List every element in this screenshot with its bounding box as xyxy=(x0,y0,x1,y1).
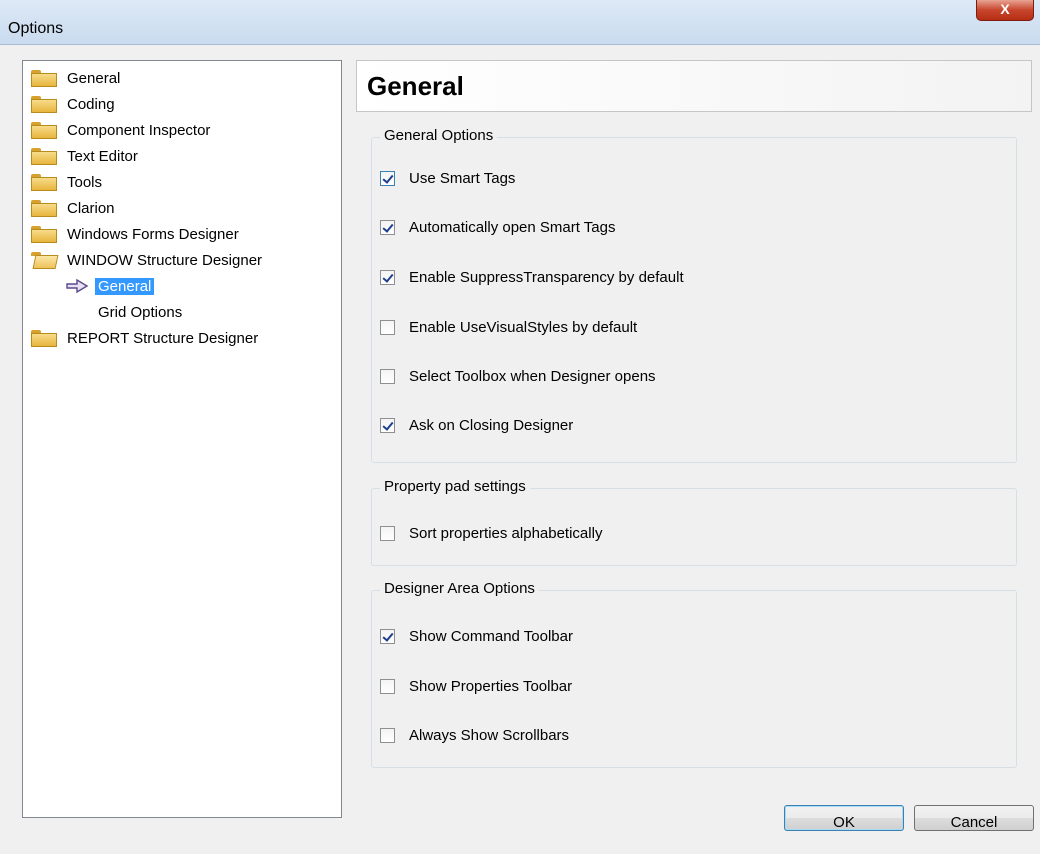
checkbox-label: Enable SuppressTransparency by default xyxy=(409,269,684,286)
checkbox-label: Show Command Toolbar xyxy=(409,628,573,645)
checkbox-box[interactable] xyxy=(380,270,395,285)
general-options-group: General Options Use Smart Tags Automatic… xyxy=(371,127,1017,463)
group-legend: Property pad settings xyxy=(380,478,530,495)
tree-item-label: REPORT Structure Designer xyxy=(67,329,259,347)
select-toolbox-checkbox[interactable]: Select Toolbox when Designer opens xyxy=(380,368,656,385)
checkbox-box[interactable] xyxy=(380,369,395,384)
folder-icon xyxy=(31,95,57,113)
tree-item-tools[interactable]: Tools xyxy=(31,169,102,195)
ok-button[interactable]: OK xyxy=(784,805,904,831)
checkbox-label: Select Toolbox when Designer opens xyxy=(409,368,656,385)
checkbox-label: Ask on Closing Designer xyxy=(409,417,574,434)
close-button[interactable]: X xyxy=(976,0,1034,21)
checkbox-label: Always Show Scrollbars xyxy=(409,727,570,744)
designer-area-group: Designer Area Options Show Command Toolb… xyxy=(371,580,1017,768)
auto-open-smart-tags-checkbox[interactable]: Automatically open Smart Tags xyxy=(380,219,616,236)
suppress-transparency-checkbox[interactable]: Enable SuppressTransparency by default xyxy=(380,269,684,286)
tree-item-component-inspector[interactable]: Component Inspector xyxy=(31,117,210,143)
folder-open-icon xyxy=(31,251,59,269)
checkbox-label: Use Smart Tags xyxy=(409,170,516,187)
tree-item-window-general[interactable]: General xyxy=(65,273,155,299)
group-legend: General Options xyxy=(380,127,498,144)
tree-item-label: Windows Forms Designer xyxy=(67,225,239,243)
tree-item-window-structure-designer[interactable]: WINDOW Structure Designer xyxy=(31,247,262,273)
ask-on-closing-checkbox[interactable]: Ask on Closing Designer xyxy=(380,417,573,434)
tree-item-general[interactable]: General xyxy=(31,65,120,91)
checkbox-box[interactable] xyxy=(380,220,395,235)
tree-item-label: Component Inspector xyxy=(67,121,211,139)
folder-icon xyxy=(31,69,57,87)
checkbox-label: Automatically open Smart Tags xyxy=(409,219,616,236)
checkbox-box[interactable] xyxy=(380,171,395,186)
checkbox-label: Show Properties Toolbar xyxy=(409,678,573,695)
panel-title: General xyxy=(367,71,464,101)
checkbox-box[interactable] xyxy=(380,418,395,433)
tree-item-windows-forms-designer[interactable]: Windows Forms Designer xyxy=(31,221,239,247)
dialog-body: General Coding Component Inspector Text … xyxy=(0,45,1040,854)
tree-item-report-structure-designer[interactable]: REPORT Structure Designer xyxy=(31,325,258,351)
checkbox-box[interactable] xyxy=(380,526,395,541)
show-properties-toolbar-checkbox[interactable]: Show Properties Toolbar xyxy=(380,678,572,695)
tree-item-grid-options[interactable]: Grid Options xyxy=(98,299,182,325)
folder-icon xyxy=(31,199,57,217)
folder-icon xyxy=(31,173,57,191)
tree-item-label: Text Editor xyxy=(67,147,138,165)
tree-item-label: Coding xyxy=(67,95,115,113)
always-show-scrollbars-checkbox[interactable]: Always Show Scrollbars xyxy=(380,727,569,744)
title-bar: Options X xyxy=(0,0,1040,45)
checkbox-box[interactable] xyxy=(380,629,395,644)
options-tree[interactable]: General Coding Component Inspector Text … xyxy=(22,60,342,818)
tree-item-text-editor[interactable]: Text Editor xyxy=(31,143,138,169)
tree-item-label: WINDOW Structure Designer xyxy=(67,251,263,269)
use-smart-tags-checkbox[interactable]: Use Smart Tags xyxy=(380,170,515,187)
tree-item-label: Tools xyxy=(67,173,103,191)
tree-item-label: General xyxy=(95,277,155,295)
checkbox-label: Sort properties alphabetically xyxy=(409,525,603,542)
group-legend: Designer Area Options xyxy=(380,580,539,597)
close-icon: X xyxy=(1000,1,1010,17)
folder-icon xyxy=(31,121,57,139)
checkbox-label: Enable UseVisualStyles by default xyxy=(409,319,638,336)
tree-item-coding[interactable]: Coding xyxy=(31,91,115,117)
panel-header: General xyxy=(356,60,1032,112)
tree-item-label: General xyxy=(67,69,121,87)
arrow-right-icon xyxy=(66,278,89,294)
cancel-button[interactable]: Cancel xyxy=(914,805,1034,831)
use-visual-styles-checkbox[interactable]: Enable UseVisualStyles by default xyxy=(380,319,637,336)
folder-icon xyxy=(31,329,57,347)
folder-icon xyxy=(31,225,57,243)
tree-item-clarion[interactable]: Clarion xyxy=(31,195,115,221)
tree-item-label: Grid Options xyxy=(98,303,183,321)
folder-icon xyxy=(31,147,57,165)
tree-item-label: Clarion xyxy=(67,199,115,217)
checkbox-box[interactable] xyxy=(380,320,395,335)
show-command-toolbar-checkbox[interactable]: Show Command Toolbar xyxy=(380,628,573,645)
window-title: Options xyxy=(8,20,64,37)
checkbox-box[interactable] xyxy=(380,728,395,743)
checkbox-box[interactable] xyxy=(380,679,395,694)
property-pad-group: Property pad settings Sort properties al… xyxy=(371,478,1017,566)
sort-properties-checkbox[interactable]: Sort properties alphabetically xyxy=(380,525,602,542)
